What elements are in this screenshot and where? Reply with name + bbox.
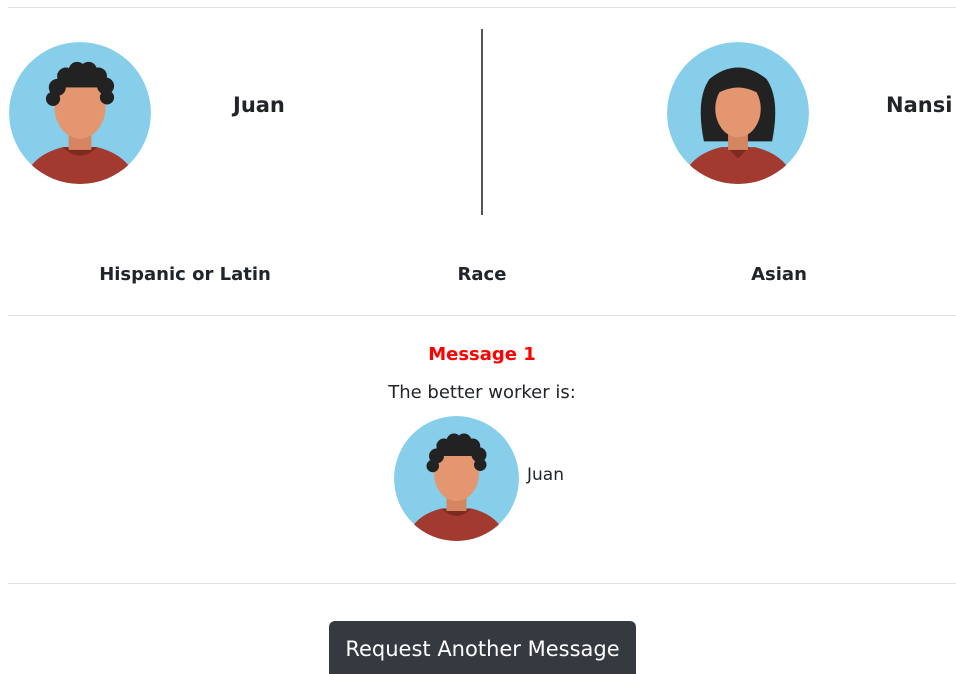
vertical-divider xyxy=(481,29,483,215)
message-title: Message 1 xyxy=(428,344,536,365)
section-divider xyxy=(8,315,956,316)
request-another-message-button[interactable]: Request Another Message xyxy=(329,621,636,674)
message-text: The better worker is: xyxy=(388,382,576,403)
chosen-worker-name: Juan xyxy=(527,465,564,485)
left-worker-attribute: Hispanic or Latin xyxy=(99,264,271,285)
nansi-avatar-icon xyxy=(667,42,809,184)
attribute-label: Race xyxy=(457,264,507,285)
right-worker-attribute: Asian xyxy=(751,264,807,285)
juan-avatar-icon xyxy=(9,42,151,184)
left-worker-name: Juan xyxy=(233,93,285,117)
bottom-divider xyxy=(8,583,956,584)
chosen-worker-avatar-icon xyxy=(394,416,519,541)
top-divider xyxy=(8,7,956,8)
right-worker-name: Nansi xyxy=(886,93,953,117)
page: Juan Nansi Hispanic or Latin Race Asian … xyxy=(0,0,956,674)
